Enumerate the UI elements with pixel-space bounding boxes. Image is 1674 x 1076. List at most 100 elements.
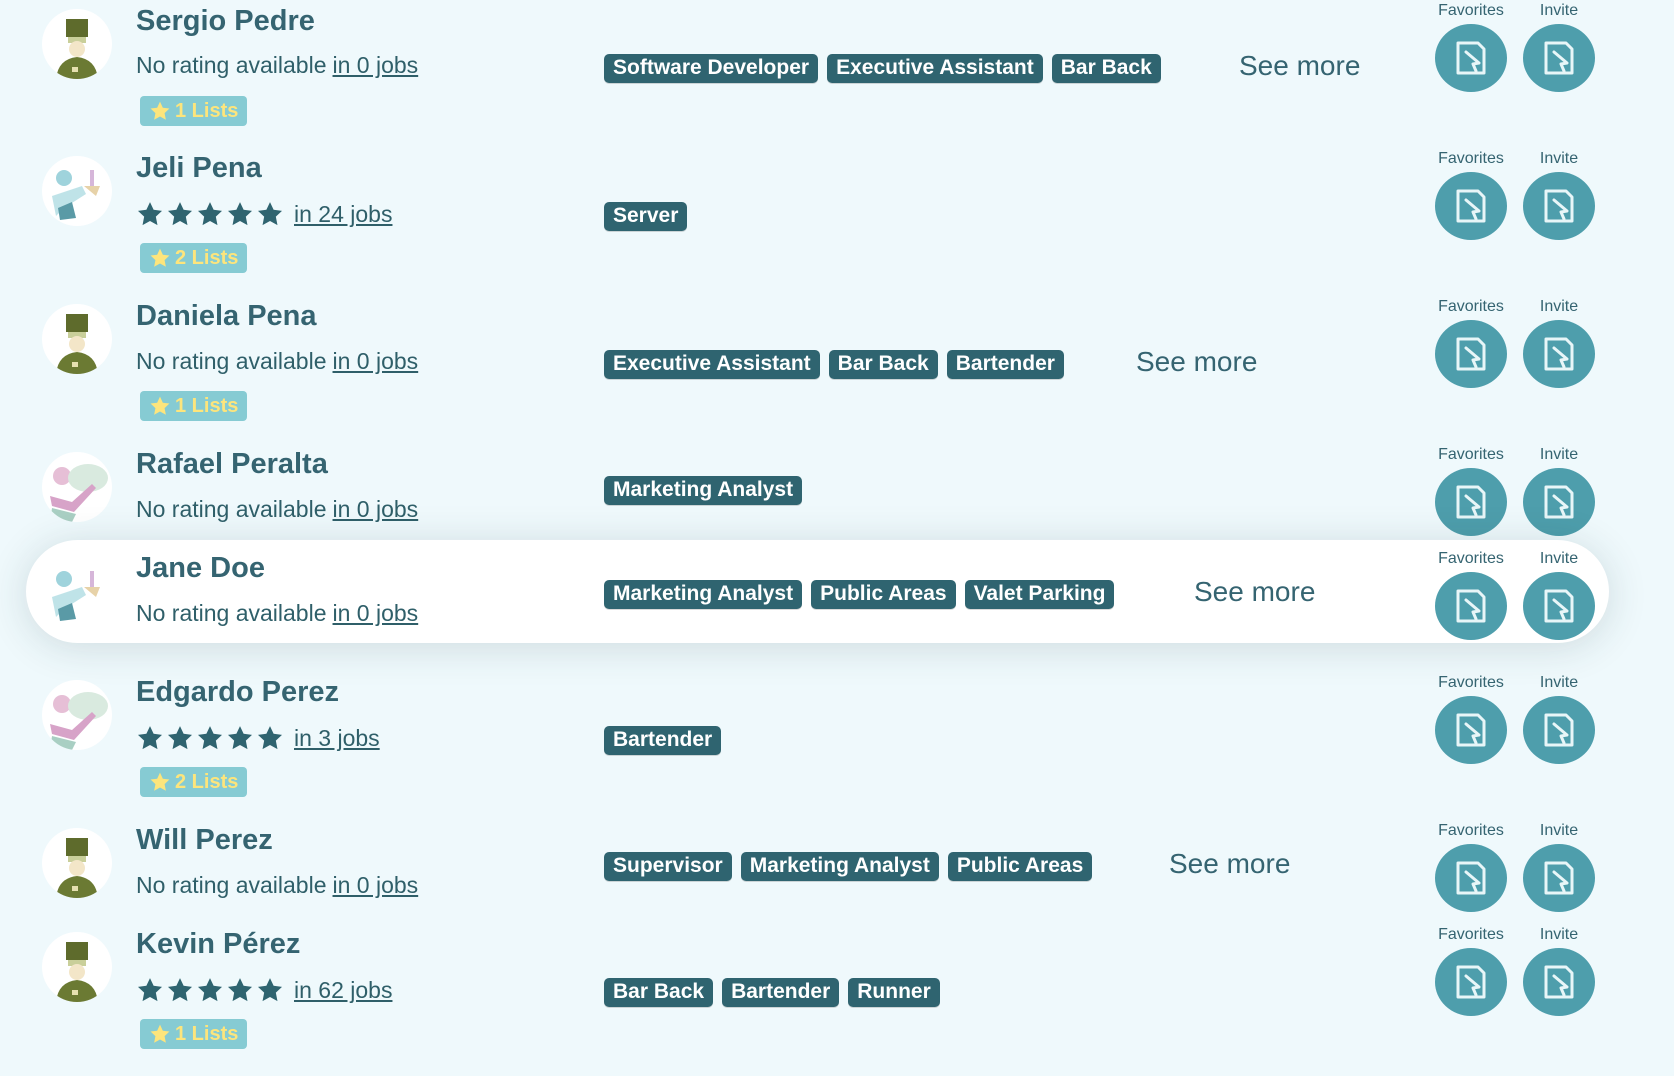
chef-avatar-icon bbox=[56, 838, 98, 898]
jobs-count-link[interactable]: in 0 jobs bbox=[333, 600, 419, 627]
favorites-label: Favorites bbox=[1438, 674, 1504, 691]
invite-action: Invite bbox=[1522, 822, 1596, 912]
waiter-avatar-icon bbox=[52, 571, 100, 621]
worker-name[interactable]: Kevin Pérez bbox=[136, 928, 300, 961]
see-more-link[interactable]: See more bbox=[1194, 576, 1315, 608]
invite-button[interactable] bbox=[1523, 24, 1595, 92]
favorites-button[interactable] bbox=[1435, 468, 1507, 536]
favorites-action: Favorites bbox=[1434, 926, 1508, 1016]
jobs-count-link[interactable]: in 24 jobs bbox=[294, 201, 392, 228]
favorites-action: Favorites bbox=[1434, 150, 1508, 240]
lists-badge[interactable]: 2 Lists bbox=[140, 243, 248, 273]
star-icon bbox=[166, 976, 194, 1004]
worker-name[interactable]: Rafael Peralta bbox=[136, 448, 328, 481]
favorites-button[interactable] bbox=[1435, 24, 1507, 92]
favorites-action: Favorites bbox=[1434, 550, 1508, 640]
star-icon bbox=[256, 200, 284, 228]
jobs-count-link[interactable]: in 0 jobs bbox=[333, 872, 419, 899]
see-more-link[interactable]: See more bbox=[1239, 50, 1360, 82]
worker-row[interactable]: Kevin Pérez in 62 jobs 1 Lists Bar Back Bart… bbox=[0, 0, 1674, 1049]
worker-name[interactable]: Jeli Pena bbox=[136, 152, 262, 185]
invite-action: Invite bbox=[1522, 446, 1596, 536]
favorites-action: Favorites bbox=[1434, 674, 1508, 764]
server-avatar-icon bbox=[50, 692, 108, 750]
star-icon bbox=[226, 724, 254, 752]
favorite-list-icon bbox=[1456, 337, 1486, 371]
role-tags: Marketing Analyst bbox=[604, 476, 803, 505]
role-tag: Executive Assistant bbox=[827, 54, 1043, 83]
server-avatar-icon bbox=[50, 464, 108, 522]
chef-avatar-icon bbox=[56, 942, 98, 1002]
role-tags: Marketing Analyst Public Areas Valet Parki… bbox=[604, 580, 1115, 609]
role-tag: Server bbox=[604, 202, 688, 231]
worker-name[interactable]: Sergio Pedre bbox=[136, 5, 315, 38]
star-icon bbox=[149, 395, 171, 417]
no-rating-text: No rating available bbox=[136, 872, 327, 898]
invite-button[interactable] bbox=[1523, 172, 1595, 240]
jobs-count-link[interactable]: in 0 jobs bbox=[333, 496, 419, 523]
role-tag: Bar Back bbox=[1051, 54, 1161, 83]
rating-line: in 62 jobs bbox=[136, 976, 392, 1004]
invite-icon bbox=[1544, 713, 1574, 747]
role-tag: Executive Assistant bbox=[604, 350, 820, 379]
favorites-label: Favorites bbox=[1438, 2, 1504, 19]
role-tag: Bartender bbox=[946, 350, 1064, 379]
role-tag: Bartender bbox=[722, 978, 840, 1007]
role-tag: Marketing Analyst bbox=[740, 852, 939, 881]
lists-badge-label: 1 Lists bbox=[175, 394, 239, 417]
see-more-link[interactable]: See more bbox=[1136, 346, 1257, 378]
see-more-link[interactable]: See more bbox=[1169, 848, 1290, 880]
lists-badge-label: 1 Lists bbox=[175, 99, 239, 122]
role-tags: Supervisor Marketing Analyst Public Areas bbox=[604, 852, 1093, 881]
jobs-count-link[interactable]: in 0 jobs bbox=[333, 52, 419, 79]
role-tag: Marketing Analyst bbox=[604, 580, 803, 609]
role-tag: Public Areas bbox=[811, 580, 956, 609]
jobs-count-link[interactable]: in 62 jobs bbox=[294, 977, 392, 1004]
invite-button[interactable] bbox=[1523, 696, 1595, 764]
chef-avatar bbox=[42, 932, 112, 1002]
chef-avatar bbox=[42, 828, 112, 898]
favorites-button[interactable] bbox=[1435, 172, 1507, 240]
invite-button[interactable] bbox=[1523, 572, 1595, 640]
favorite-list-icon bbox=[1456, 485, 1486, 519]
worker-name[interactable]: Will Perez bbox=[136, 824, 273, 857]
lists-badge[interactable]: 2 Lists bbox=[140, 767, 248, 797]
favorites-button[interactable] bbox=[1435, 844, 1507, 912]
jobs-count-link[interactable]: in 0 jobs bbox=[333, 348, 419, 375]
invite-button[interactable] bbox=[1523, 844, 1595, 912]
waiter-avatar-icon bbox=[52, 170, 100, 220]
favorites-button[interactable] bbox=[1435, 948, 1507, 1016]
rating-line: No rating available in 0 jobs bbox=[136, 496, 418, 523]
star-icon bbox=[149, 100, 171, 122]
favorites-label: Favorites bbox=[1438, 550, 1504, 567]
star-icon bbox=[149, 1023, 171, 1045]
favorites-button[interactable] bbox=[1435, 320, 1507, 388]
star-rating bbox=[136, 976, 284, 1004]
invite-button[interactable] bbox=[1523, 320, 1595, 388]
favorite-list-icon bbox=[1456, 189, 1486, 223]
lists-badge[interactable]: 1 Lists bbox=[140, 96, 248, 126]
lists-badge[interactable]: 1 Lists bbox=[140, 1019, 248, 1049]
jobs-count-link[interactable]: in 3 jobs bbox=[294, 725, 380, 752]
favorite-list-icon bbox=[1456, 713, 1486, 747]
worker-name[interactable]: Edgardo Perez bbox=[136, 676, 339, 709]
worker-name[interactable]: Jane Doe bbox=[136, 552, 265, 585]
favorites-button[interactable] bbox=[1435, 696, 1507, 764]
favorites-button[interactable] bbox=[1435, 572, 1507, 640]
lists-badge[interactable]: 1 Lists bbox=[140, 391, 248, 421]
role-tag: Valet Parking bbox=[964, 580, 1115, 609]
role-tag: Public Areas bbox=[947, 852, 1093, 881]
role-tag: Bar Back bbox=[828, 350, 938, 379]
favorite-list-icon bbox=[1456, 861, 1486, 895]
favorites-label: Favorites bbox=[1438, 926, 1504, 943]
worker-name[interactable]: Daniela Pena bbox=[136, 300, 317, 333]
invite-icon bbox=[1544, 485, 1574, 519]
role-tags: Bar Back Bartender Runner bbox=[604, 978, 940, 1007]
invite-action: Invite bbox=[1522, 298, 1596, 388]
rating-line: in 24 jobs bbox=[136, 200, 392, 228]
chef-avatar bbox=[42, 9, 112, 79]
lists-badge-label: 2 Lists bbox=[175, 246, 239, 269]
invite-button[interactable] bbox=[1523, 948, 1595, 1016]
invite-button[interactable] bbox=[1523, 468, 1595, 536]
favorite-list-icon bbox=[1456, 41, 1486, 75]
